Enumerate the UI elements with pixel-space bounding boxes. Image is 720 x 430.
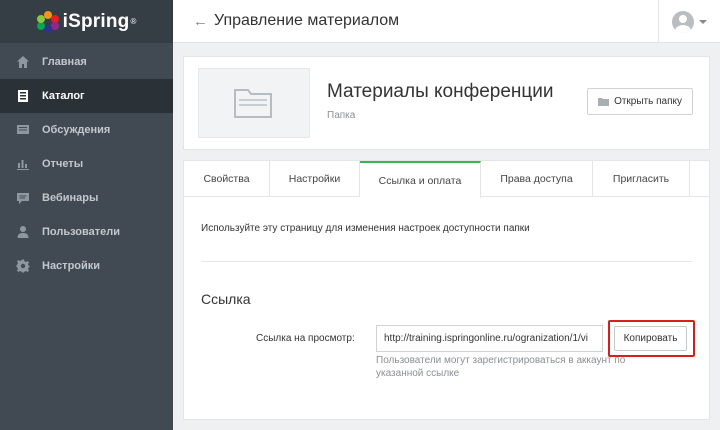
- sidebar-item-label: Вебинары: [42, 192, 99, 204]
- tab-settings[interactable]: Настройки: [270, 161, 360, 197]
- section-title: Ссылка: [201, 291, 251, 307]
- sidebar-item-home[interactable]: Главная: [0, 45, 173, 79]
- link-hint: Пользователи могут зарегистрироваться в …: [376, 355, 626, 379]
- reg-mark: ®: [130, 17, 137, 26]
- folder-title: Материалы конференции: [327, 81, 554, 102]
- open-folder-label: Открыть папку: [614, 96, 682, 107]
- brand-name: iSpring: [62, 10, 130, 32]
- sidebar-item-label: Пользователи: [42, 226, 121, 238]
- tab-label: Ссылка и оплата: [378, 174, 462, 187]
- folder-type-label: Папка: [327, 110, 356, 121]
- catalog-icon: [16, 89, 30, 103]
- sidebar-item-discussions[interactable]: Обсуждения: [0, 113, 173, 147]
- discussions-icon: [16, 123, 30, 137]
- settings-panel: Свойства Настройки Ссылка и оплата Права…: [183, 160, 710, 420]
- sidebar-item-users[interactable]: Пользователи: [0, 215, 173, 249]
- open-folder-button[interactable]: Открыть папку: [587, 88, 693, 115]
- chevron-down-icon: [699, 19, 707, 24]
- page-title: Управление материалом: [214, 12, 400, 29]
- tab-label: Настройки: [288, 173, 341, 185]
- view-link-input[interactable]: [376, 325, 603, 352]
- sidebar-item-reports[interactable]: Отчеты: [0, 147, 173, 181]
- top-header: ← Управление материалом: [173, 0, 720, 43]
- sidebar-item-label: Каталог: [42, 90, 85, 102]
- sidebar-item-label: Настройки: [42, 260, 101, 272]
- folder-icon: [234, 89, 272, 118]
- tab-label: Свойства: [203, 173, 250, 185]
- sidebar: iSpring ® Главная Каталог Обсуждения Отче…: [0, 0, 173, 430]
- folder-thumbnail: [198, 68, 310, 138]
- back-arrow-icon[interactable]: ←: [193, 13, 208, 30]
- sidebar-item-webinars[interactable]: Вебинары: [0, 181, 173, 215]
- sidebar-nav: Главная Каталог Обсуждения Отчеты Вебина…: [0, 45, 173, 283]
- panel-description: Используйте эту страницу для изменения н…: [201, 223, 530, 234]
- copy-button[interactable]: Копировать: [614, 326, 687, 351]
- logo[interactable]: iSpring ®: [0, 0, 173, 43]
- sidebar-item-label: Главная: [42, 56, 87, 68]
- settings-icon: [16, 259, 30, 273]
- user-menu[interactable]: [658, 0, 720, 43]
- tab-properties[interactable]: Свойства: [184, 161, 270, 197]
- sidebar-item-catalog[interactable]: Каталог: [0, 79, 173, 113]
- tab-label: Права доступа: [500, 173, 573, 185]
- tab-access-rights[interactable]: Права доступа: [481, 161, 593, 197]
- sidebar-item-settings[interactable]: Настройки: [0, 249, 173, 283]
- ispring-flower-icon: [36, 10, 59, 33]
- sidebar-item-label: Обсуждения: [42, 124, 111, 136]
- folder-open-icon: [598, 97, 610, 106]
- tab-invite[interactable]: Пригласить: [593, 161, 690, 197]
- users-icon: [16, 225, 30, 239]
- reports-icon: [16, 157, 30, 171]
- view-link-label: Ссылка на просмотр:: [256, 333, 355, 344]
- avatar: [672, 10, 694, 33]
- webinars-icon: [16, 191, 30, 205]
- folder-card: Материалы конференции Папка Открыть папк…: [183, 56, 710, 150]
- tab-label: Пригласить: [612, 173, 670, 185]
- sidebar-item-label: Отчеты: [42, 158, 84, 170]
- tab-bar: Свойства Настройки Ссылка и оплата Права…: [184, 161, 709, 198]
- divider: [201, 261, 692, 262]
- home-icon: [16, 55, 30, 69]
- tab-link-payment[interactable]: Ссылка и оплата: [360, 161, 481, 198]
